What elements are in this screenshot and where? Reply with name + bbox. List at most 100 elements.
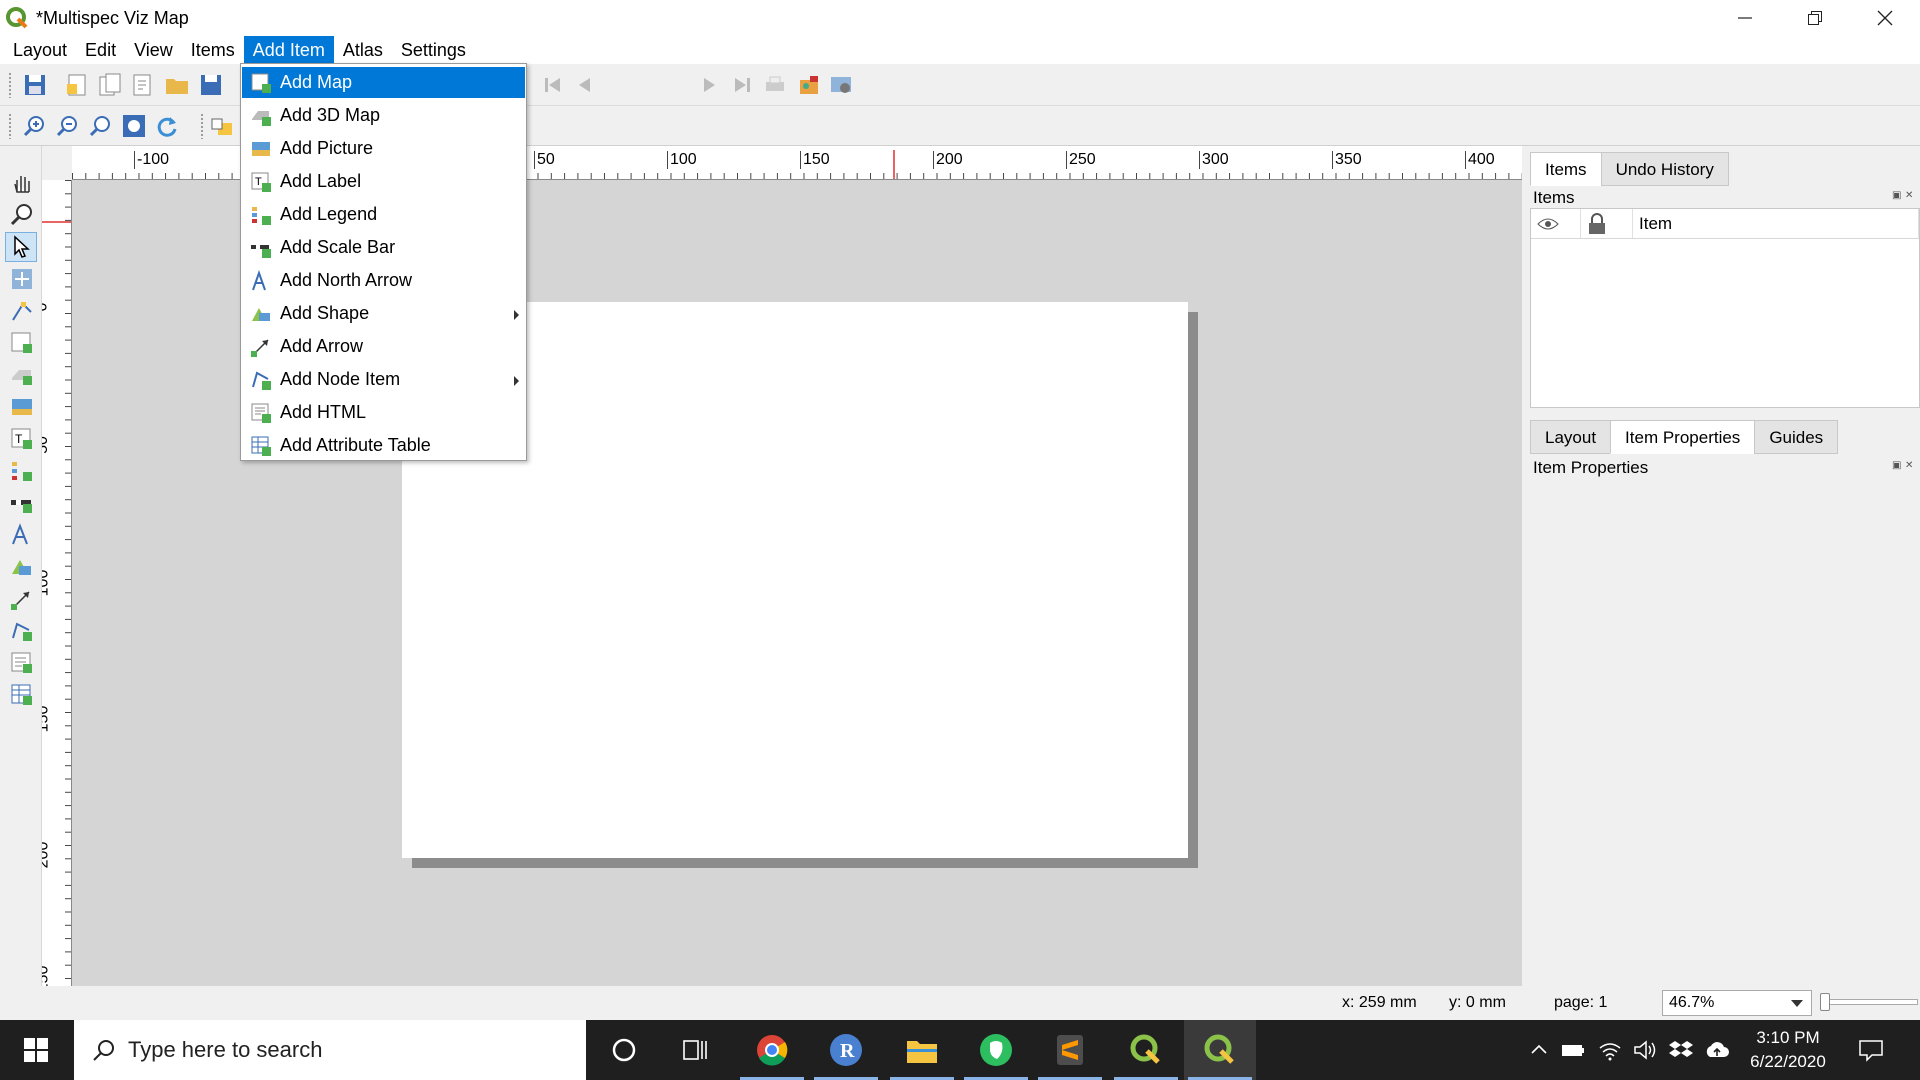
- last-feature-icon[interactable]: [729, 72, 755, 98]
- menu-add-html[interactable]: Add HTML: [242, 397, 525, 428]
- move-content-icon[interactable]: [9, 266, 35, 292]
- ruler-label: 300: [1199, 151, 1229, 169]
- menu-add-item[interactable]: Add Item: [243, 36, 334, 64]
- menu-view[interactable]: View: [125, 36, 182, 64]
- zoom-out-icon[interactable]: [55, 113, 81, 139]
- toolbar-grip[interactable]: [8, 72, 12, 98]
- menu-add-picture[interactable]: Add Picture: [242, 133, 525, 164]
- volume-icon[interactable]: [1632, 1038, 1658, 1062]
- add-html-tool-icon[interactable]: [9, 650, 35, 676]
- duplicate-layout-icon[interactable]: [97, 72, 123, 98]
- float-panel-icon[interactable]: ▣: [1892, 460, 1901, 471]
- vertical-ruler[interactable]: 0 50 100 150 200 250: [42, 180, 72, 986]
- minimize-button[interactable]: [1710, 0, 1780, 36]
- menu-add-arrow[interactable]: Add Arrow: [242, 331, 525, 362]
- print-atlas-icon[interactable]: [762, 72, 788, 98]
- edit-nodes-icon[interactable]: [9, 298, 35, 324]
- menu-add-north-arrow[interactable]: Add North Arrow: [242, 265, 525, 296]
- refresh-icon[interactable]: [154, 113, 180, 139]
- taskbar-qgis[interactable]: [1110, 1020, 1182, 1080]
- cortana-button[interactable]: [588, 1020, 660, 1080]
- tab-undo-history[interactable]: Undo History: [1600, 152, 1729, 186]
- zoom-actual-icon[interactable]: [88, 113, 114, 139]
- zoom-full-icon[interactable]: [121, 113, 147, 139]
- visibility-column[interactable]: [1531, 209, 1581, 238]
- menu-add-label[interactable]: T Add Label: [242, 166, 525, 197]
- taskbar-chrome[interactable]: [736, 1020, 808, 1080]
- menu-add-3d-map[interactable]: Add 3D Map: [242, 100, 525, 131]
- zoom-select[interactable]: 46.7%: [1662, 990, 1812, 1016]
- add-scale-bar-tool-icon[interactable]: [9, 490, 35, 516]
- export-atlas-icon[interactable]: [796, 72, 822, 98]
- taskbar-r[interactable]: R: [810, 1020, 882, 1080]
- select-move-icon[interactable]: [9, 234, 35, 260]
- new-layout-icon[interactable]: [64, 72, 90, 98]
- taskbar-sublime[interactable]: [1034, 1020, 1106, 1080]
- dropbox-icon[interactable]: [1668, 1038, 1694, 1062]
- menu-add-shape[interactable]: Add Shape: [242, 298, 525, 329]
- ruler-label: 100: [667, 151, 697, 169]
- lock-column[interactable]: [1581, 209, 1633, 238]
- save-template-icon[interactable]: [198, 72, 224, 98]
- add-picture-tool-icon[interactable]: [9, 394, 35, 420]
- pan-icon[interactable]: [9, 170, 35, 196]
- taskbar-clock[interactable]: 3:10 PM 6/22/2020: [1740, 1026, 1836, 1074]
- items-table[interactable]: Item: [1530, 208, 1920, 408]
- add-north-arrow-tool-icon[interactable]: [9, 522, 35, 548]
- menu-add-node-item[interactable]: Add Node Item: [242, 364, 525, 395]
- tab-item-properties[interactable]: Item Properties: [1610, 420, 1756, 454]
- zoom-slider-track[interactable]: [1822, 999, 1918, 1005]
- taskbar-qgis-layout[interactable]: [1184, 1020, 1256, 1080]
- menu-add-map[interactable]: Add Map: [242, 67, 525, 98]
- taskbar-search[interactable]: Type here to search: [74, 1020, 586, 1080]
- toolbar-grip[interactable]: [200, 113, 204, 139]
- add-legend-tool-icon[interactable]: [9, 458, 35, 484]
- menu-layout[interactable]: Layout: [4, 36, 76, 64]
- add-label-tool-icon[interactable]: T: [9, 426, 35, 452]
- menu-add-scale-bar[interactable]: Add Scale Bar: [242, 232, 525, 263]
- add-node-item-tool-icon[interactable]: [9, 618, 35, 644]
- tab-items[interactable]: Items: [1530, 152, 1602, 186]
- restore-button[interactable]: [1780, 0, 1850, 36]
- tab-layout[interactable]: Layout: [1530, 420, 1612, 454]
- chevron-up-icon[interactable]: [1526, 1038, 1552, 1062]
- lock-items-icon[interactable]: [210, 113, 236, 139]
- menu-add-attribute-table[interactable]: Add Attribute Table: [242, 430, 525, 461]
- menu-items[interactable]: Items: [182, 36, 244, 64]
- previous-feature-icon[interactable]: [572, 72, 598, 98]
- item-column-header[interactable]: Item: [1633, 209, 1919, 238]
- close-button[interactable]: [1850, 0, 1920, 36]
- add-arrow-tool-icon[interactable]: [9, 586, 35, 612]
- float-panel-icon[interactable]: ▣: [1892, 190, 1901, 201]
- close-panel-icon[interactable]: ✕: [1905, 190, 1913, 201]
- add-shape-tool-icon[interactable]: [9, 554, 35, 580]
- toolbar-grip[interactable]: [8, 113, 12, 139]
- first-feature-icon[interactable]: [540, 72, 566, 98]
- zoom-tool-icon[interactable]: [9, 202, 35, 228]
- taskbar-file-explorer[interactable]: [886, 1020, 958, 1080]
- add-3d-map-tool-icon[interactable]: [9, 362, 35, 388]
- wifi-icon[interactable]: [1597, 1038, 1623, 1062]
- close-panel-icon[interactable]: ✕: [1905, 460, 1913, 471]
- notification-icon[interactable]: [1858, 1038, 1884, 1062]
- next-feature-icon[interactable]: [696, 72, 722, 98]
- atlas-settings-icon[interactable]: [828, 72, 854, 98]
- layout-manager-icon[interactable]: [130, 72, 156, 98]
- start-button[interactable]: [0, 1020, 72, 1080]
- open-template-icon[interactable]: [164, 72, 190, 98]
- title-bar: *Multispec Viz Map: [0, 0, 1920, 36]
- menu-edit[interactable]: Edit: [76, 36, 125, 64]
- zoom-in-icon[interactable]: [22, 113, 48, 139]
- cloud-upload-icon[interactable]: [1704, 1038, 1730, 1062]
- menu-atlas[interactable]: Atlas: [334, 36, 392, 64]
- add-map-tool-icon[interactable]: [9, 330, 35, 356]
- task-view-button[interactable]: [660, 1020, 732, 1080]
- taskbar-evernote[interactable]: [960, 1020, 1032, 1080]
- menu-add-legend[interactable]: Add Legend: [242, 199, 525, 230]
- battery-icon[interactable]: [1560, 1038, 1586, 1062]
- zoom-slider-handle[interactable]: [1820, 993, 1830, 1011]
- menu-settings[interactable]: Settings: [392, 36, 475, 64]
- add-attribute-table-tool-icon[interactable]: [9, 682, 35, 708]
- save-icon[interactable]: [22, 72, 48, 98]
- tab-guides[interactable]: Guides: [1754, 420, 1839, 454]
